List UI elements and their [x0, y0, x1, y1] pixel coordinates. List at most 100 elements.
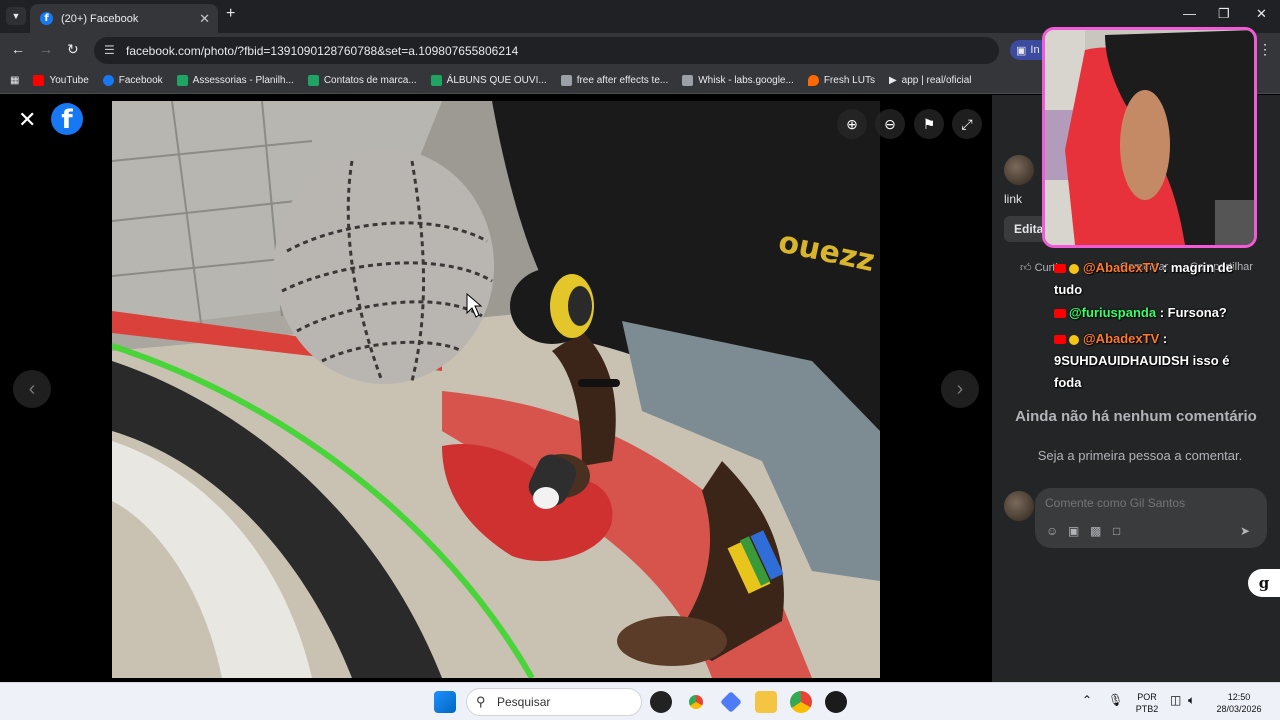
comment-input[interactable]	[1045, 496, 1245, 510]
apps-grid-icon[interactable]: ▦	[10, 75, 19, 86]
no-comments-heading: Ainda não há nenhum comentário	[1015, 408, 1257, 425]
chat-message: @AbadexTV : 9SUHDAUIDHAUIDSH isso é foda	[1054, 328, 1254, 394]
photo-viewer: ✕ f ouezz ⊕ ⊖ ⚑ ⤢ ‹ ›	[0, 95, 992, 682]
fullscreen-icon[interactable]: ⤢	[952, 109, 982, 139]
close-viewer-icon[interactable]: ✕	[18, 107, 36, 133]
send-icon[interactable]: ➤	[1240, 524, 1250, 538]
bookmark-label: Facebook	[118, 74, 163, 86]
bookmark-fresh-luts[interactable]: Fresh LUTs	[807, 74, 875, 86]
search-label: Pesquisar	[497, 695, 551, 709]
language-code: POR	[1137, 692, 1157, 702]
camera-icon[interactable]: ▣	[1068, 524, 1079, 538]
comment-composer[interactable]: ☺ ▣ ▩ □ ➤	[1035, 488, 1267, 548]
bookmark-facebook[interactable]: Facebook	[102, 74, 163, 86]
youtube-icon	[1054, 309, 1066, 319]
bookmark-label: ÁLBUNS QUE OUVI...	[446, 74, 547, 86]
reload-icon[interactable]: ↻	[67, 41, 79, 58]
forward-arrow-icon[interactable]: →	[39, 41, 53, 57]
chat-message: @AbadexTV : magrin de tudo	[1054, 257, 1254, 301]
clock-time: 12:50	[1227, 692, 1251, 702]
menu-dots-icon[interactable]: ⋮	[1258, 41, 1272, 58]
volume-icon[interactable]: 🔈︎	[1188, 694, 1195, 706]
edit-label: Edita	[1014, 222, 1044, 236]
profile-pill-label: In	[1030, 44, 1040, 56]
zoom-out-icon[interactable]: ⊖	[875, 109, 905, 139]
graffiti-photo-illustration: ouezz	[112, 101, 880, 678]
author-avatar[interactable]	[1004, 155, 1034, 185]
chat-message: @furiuspanda : Fursona?	[1054, 302, 1254, 324]
tab-close-icon[interactable]: ✕	[199, 11, 210, 27]
network-icon[interactable]: ◫	[1170, 694, 1181, 706]
webcam-feed	[1045, 30, 1254, 245]
previous-photo-button[interactable]: ‹	[13, 370, 51, 408]
bookmark-app-real[interactable]: ▶ app | real/oficial	[889, 75, 972, 86]
chrome-profile-icon[interactable]	[790, 691, 812, 713]
search-icon: ⚲	[476, 694, 486, 709]
app-icon-2[interactable]	[720, 691, 742, 713]
main-photo[interactable]: ouezz	[112, 101, 880, 678]
bookmark-whisk[interactable]: Whisk - labs.google...	[682, 74, 794, 86]
clock-date: 28/03/2026	[1216, 704, 1262, 714]
bookmark-albuns[interactable]: ÁLBUNS QUE OUVI...	[430, 74, 547, 86]
address-bar[interactable]: ☰ facebook.com/photo/?fbid=1391090128760…	[94, 37, 999, 64]
bookmark-label: Whisk - labs.google...	[698, 74, 794, 86]
facebook-logo-icon[interactable]: f	[51, 103, 83, 135]
chat-username: @AbadexTV	[1083, 260, 1160, 275]
webcam-overlay	[1042, 27, 1257, 248]
taskbar-search[interactable]: ⚲ Pesquisar	[466, 688, 642, 716]
bookmark-youtube[interactable]: YouTube	[33, 74, 89, 86]
post-caption[interactable]: link	[1004, 192, 1022, 206]
web-icon	[560, 74, 572, 86]
be-first-text: Seja a primeira pessoa a comentar.	[1037, 448, 1243, 463]
site-info-icon[interactable]: ☰	[104, 43, 115, 57]
chat-text: : Fursona?	[1159, 305, 1227, 320]
chrome-icon[interactable]	[685, 691, 707, 713]
sticker-icon[interactable]: □	[1113, 524, 1120, 538]
url-text: facebook.com/photo/?fbid=139109012876078…	[126, 43, 519, 58]
bookmark-free-ae[interactable]: free after effects te...	[560, 74, 669, 86]
youtube-icon	[33, 74, 45, 86]
bookmark-assessorias[interactable]: Assessorias - Planilh...	[176, 74, 294, 86]
member-badge-icon	[1069, 334, 1079, 345]
next-photo-button[interactable]: ›	[941, 370, 979, 408]
file-explorer-icon[interactable]	[755, 691, 777, 713]
maximize-button[interactable]: ❐	[1218, 6, 1230, 22]
browser-tab[interactable]: f (20+) Facebook ✕	[30, 4, 218, 33]
emoji-icon[interactable]: ☺	[1046, 524, 1058, 538]
tray-chevron-icon[interactable]: ⌃	[1082, 694, 1092, 706]
minimize-button[interactable]: —	[1183, 6, 1196, 21]
tab-title: (20+) Facebook	[61, 12, 139, 25]
sheets-icon	[307, 74, 319, 86]
current-user-avatar	[1004, 491, 1034, 521]
chat-username: @AbadexTV	[1083, 331, 1160, 346]
sheets-icon	[176, 74, 188, 86]
youtube-icon	[1054, 264, 1066, 274]
bookmark-label: Contatos de marca...	[323, 74, 417, 86]
tag-icon[interactable]: ⚑	[914, 109, 944, 139]
bookmark-label: app | real/oficial	[901, 74, 972, 86]
facebook-icon	[102, 74, 114, 86]
back-arrow-icon[interactable]: ←	[11, 41, 25, 57]
bookmark-contatos[interactable]: Contatos de marca...	[307, 74, 417, 86]
sheets-icon	[430, 74, 442, 86]
app-icon-3[interactable]	[825, 691, 847, 713]
grammarly-button[interactable]: g	[1248, 569, 1280, 597]
gif-icon[interactable]: ▩	[1090, 524, 1101, 538]
keyboard-layout: PTB2	[1135, 704, 1159, 714]
tab-search-button[interactable]: ▼	[6, 7, 26, 25]
window-close-button[interactable]: ✕	[1256, 6, 1267, 22]
cast-icon: ▣	[1016, 44, 1027, 57]
microphone-icon[interactable]: 🎙︎	[1108, 694, 1123, 706]
facebook-logo-letter: f	[61, 105, 73, 135]
new-tab-button[interactable]: +	[226, 5, 235, 23]
youtube-icon	[1054, 335, 1066, 345]
input-language[interactable]: POR PTB2	[1132, 691, 1162, 715]
zoom-in-icon[interactable]: ⊕	[837, 109, 867, 139]
app-icon-1[interactable]	[650, 691, 672, 713]
clock[interactable]: 12:50 28/03/2026	[1208, 691, 1270, 715]
windows-start-icon[interactable]	[434, 691, 456, 713]
windows-taskbar: ⚲ Pesquisar ⌃ 🎙︎ POR PTB2 ◫ 🔈︎ 12:50 28/03…	[0, 682, 1280, 720]
bookmark-label: Fresh LUTs	[823, 74, 875, 86]
bookmark-label: free after effects te...	[576, 74, 669, 86]
luts-icon	[807, 74, 819, 86]
